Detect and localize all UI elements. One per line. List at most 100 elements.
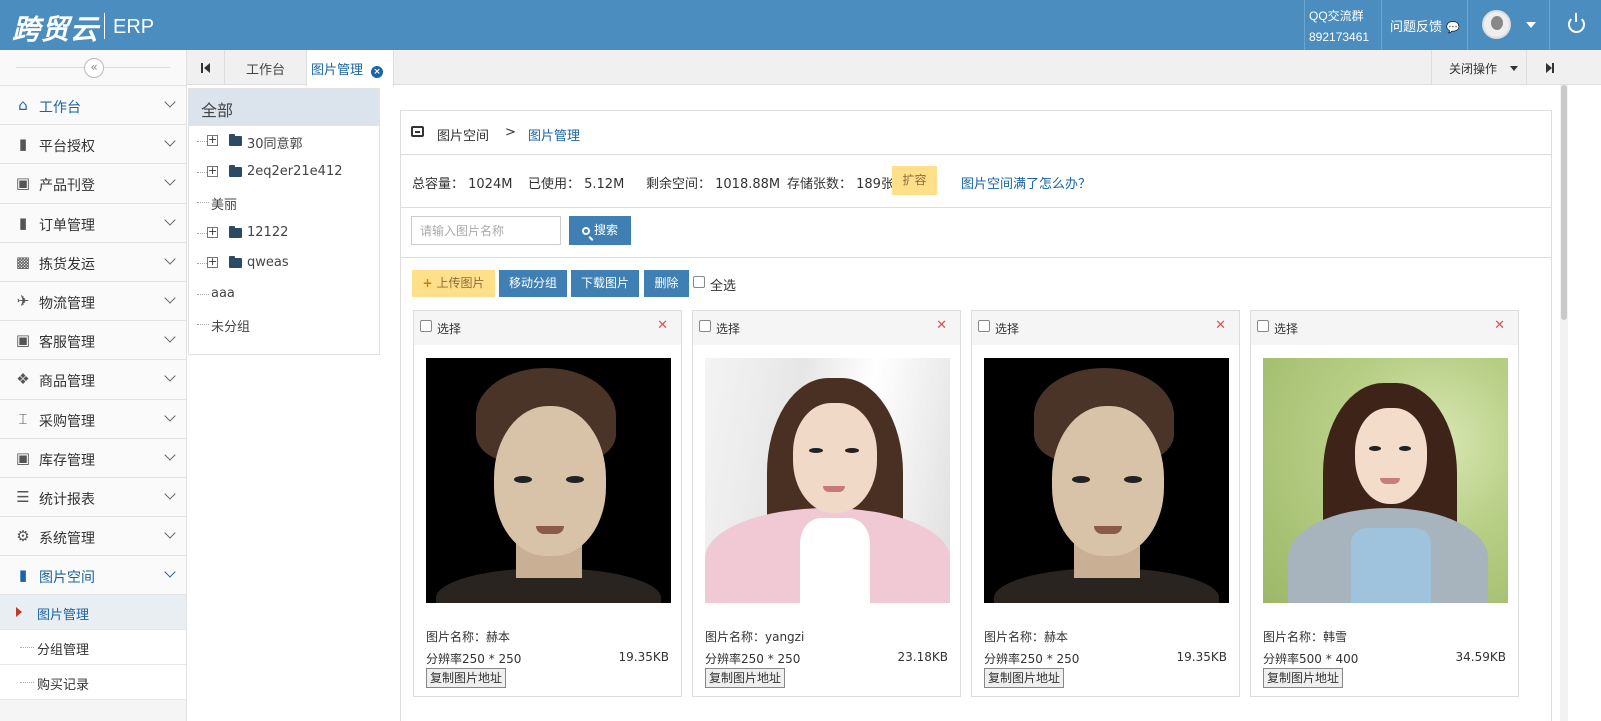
- sidebar-item-workbench[interactable]: ⌂ 工作台: [0, 86, 186, 126]
- sidebar-item-system[interactable]: ⚙ 系统管理: [0, 517, 186, 557]
- image-thumbnail[interactable]: [705, 358, 950, 603]
- sidebar-subitem-image-manage[interactable]: 图片管理: [0, 595, 186, 631]
- photo-shape: [1124, 476, 1142, 483]
- sidebar-item-customer-service[interactable]: ▣ 客服管理: [0, 321, 186, 361]
- copy-url-button[interactable]: 复制图片地址: [1263, 668, 1344, 688]
- tab-scroll-right-button[interactable]: [1527, 50, 1567, 85]
- image-name: 图片名称：yangzi: [705, 630, 805, 644]
- sidebar-item-picking[interactable]: ▩ 拣货发运: [0, 242, 186, 282]
- sidebar-item-label: 客服管理: [39, 335, 95, 352]
- tab-image-manage[interactable]: 图片管理 ×: [306, 50, 394, 86]
- close-icon[interactable]: ✕: [936, 318, 947, 333]
- qq-group[interactable]: QQ交流群 892173461: [1304, 0, 1382, 50]
- tree-title[interactable]: 全部: [189, 89, 379, 126]
- tab-workbench[interactable]: 工作台: [225, 50, 306, 85]
- tree-node[interactable]: 未分组: [189, 309, 379, 340]
- sidebar-subitem-purchase-records[interactable]: 购买记录: [0, 665, 186, 701]
- expand-button[interactable]: 扩容: [892, 166, 937, 195]
- tree-node[interactable]: aaa: [189, 279, 379, 310]
- tab-scroll-left-button[interactable]: [187, 50, 225, 85]
- image-thumbnail[interactable]: [984, 358, 1229, 603]
- sidebar-item-orders[interactable]: ▮ 订单管理: [0, 203, 186, 243]
- copy-url-button[interactable]: 复制图片地址: [705, 668, 786, 688]
- sidebar-item-reports[interactable]: ☰ 统计报表: [0, 477, 186, 518]
- sidebar-item-platform-auth[interactable]: ▮ 平台授权: [0, 125, 186, 165]
- image-resolution: 分辨率250 * 250: [705, 652, 801, 666]
- chevron-down-icon: [164, 253, 176, 265]
- expand-icon[interactable]: +: [207, 226, 218, 238]
- sidebar-item-label: 系统管理: [39, 531, 95, 548]
- tree-node[interactable]: + 12122: [189, 218, 379, 249]
- sidebar-item-image-space[interactable]: ▮ 图片空间: [0, 556, 186, 596]
- stat-total: 总容量： 1024M: [412, 177, 513, 192]
- close-icon[interactable]: ✕: [657, 318, 668, 333]
- cart-icon: ⌶: [18, 409, 28, 428]
- copy-url-button[interactable]: 复制图片地址: [984, 668, 1065, 688]
- select-checkbox[interactable]: [1257, 320, 1269, 332]
- sidebar-item-product-listing[interactable]: ▣ 产品刊登: [0, 164, 186, 204]
- select-checkbox[interactable]: [978, 320, 990, 332]
- search-button[interactable]: 搜索: [569, 216, 631, 245]
- tree-node[interactable]: 美丽: [189, 187, 379, 218]
- upload-button[interactable]: + 上传图片: [412, 270, 495, 297]
- download-button[interactable]: 下载图片: [571, 270, 639, 297]
- sidebar-item-inventory[interactable]: ▣ 库存管理: [0, 438, 186, 478]
- expand-icon[interactable]: +: [207, 256, 218, 268]
- storage-help-link[interactable]: 图片空间满了怎么办？: [961, 173, 1091, 192]
- select-label: 选择: [1274, 322, 1299, 336]
- logo-divider: [104, 13, 105, 39]
- image-thumbnail[interactable]: [426, 358, 671, 603]
- close-icon[interactable]: ✕: [1215, 318, 1226, 333]
- photo-shape: [823, 486, 845, 492]
- photo-shape: [536, 526, 564, 534]
- chevron-down-icon: [164, 449, 176, 461]
- page-scrollbar-thumb[interactable]: [1561, 85, 1567, 320]
- sidebar-item-label: 订单管理: [39, 217, 95, 234]
- breadcrumb-root[interactable]: 图片空间: [437, 125, 489, 144]
- delete-button[interactable]: 删除: [644, 270, 689, 297]
- search-input[interactable]: [411, 216, 561, 245]
- sidebar-item-goods[interactable]: ❖ 商品管理: [0, 360, 186, 400]
- tree-node[interactable]: + 30同意郭: [189, 126, 379, 157]
- bookmark-icon: ▮: [18, 135, 28, 154]
- tree-node[interactable]: + qweas: [189, 248, 379, 279]
- feedback-button[interactable]: 问题反馈 💬: [1382, 0, 1468, 50]
- photo-shape: [566, 476, 584, 483]
- image-card: 选择 ✕ 图片名称：韩雪 分辨率500 * 400 34.59KB 复制图片地址: [1250, 310, 1519, 697]
- photo-shape: [1369, 446, 1381, 451]
- select-all-checkbox[interactable]: [693, 276, 705, 288]
- image-grid: 选择 ✕ 图片名称：赫本 分辨率250 * 250 19.35KB 复制图片地址…: [413, 310, 1533, 710]
- move-group-button[interactable]: 移动分组: [499, 270, 567, 297]
- select-all-label: 全选: [710, 279, 737, 294]
- logo[interactable]: 跨贸云: [12, 8, 99, 48]
- qq-group-number: 892173461: [1309, 30, 1370, 44]
- sidebar-item-purchasing[interactable]: ⌶ 采购管理: [0, 399, 186, 439]
- avatar: [1482, 10, 1511, 39]
- file-icon: ▮: [18, 213, 28, 232]
- folder-icon: [229, 134, 242, 146]
- logout-button[interactable]: [1551, 0, 1601, 50]
- sidebar-item-label: 图片空间: [39, 570, 95, 587]
- copy-url-button[interactable]: 复制图片地址: [426, 668, 507, 688]
- card-header: 选择 ✕: [972, 311, 1239, 345]
- close-operations-dropdown[interactable]: 关闭操作: [1431, 50, 1527, 85]
- collapse-sidebar-button[interactable]: «: [84, 58, 104, 78]
- user-menu[interactable]: [1468, 0, 1550, 50]
- photo-shape: [1399, 446, 1411, 451]
- top-header: 跨贸云 ERP QQ交流群 892173461 问题反馈 💬: [0, 0, 1601, 50]
- close-icon[interactable]: ✕: [1494, 318, 1505, 333]
- sidebar-subitem-group-manage[interactable]: 分组管理: [0, 630, 186, 666]
- select-checkbox[interactable]: [699, 320, 711, 332]
- sidebar-item-logistics[interactable]: ✈ 物流管理: [0, 281, 186, 322]
- chevron-down-icon: [164, 331, 176, 343]
- chevron-down-icon: [164, 174, 176, 187]
- tree-node[interactable]: + 2eq2er21e412: [189, 157, 379, 188]
- close-icon[interactable]: ×: [371, 66, 384, 78]
- cube-icon: ▣: [15, 174, 31, 193]
- expand-icon[interactable]: +: [207, 134, 218, 146]
- image-thumbnail[interactable]: [1263, 358, 1508, 603]
- expand-icon[interactable]: +: [207, 165, 218, 177]
- briefcase-icon: ▣: [15, 331, 31, 350]
- plus-icon: +: [422, 276, 433, 290]
- select-checkbox[interactable]: [420, 320, 432, 332]
